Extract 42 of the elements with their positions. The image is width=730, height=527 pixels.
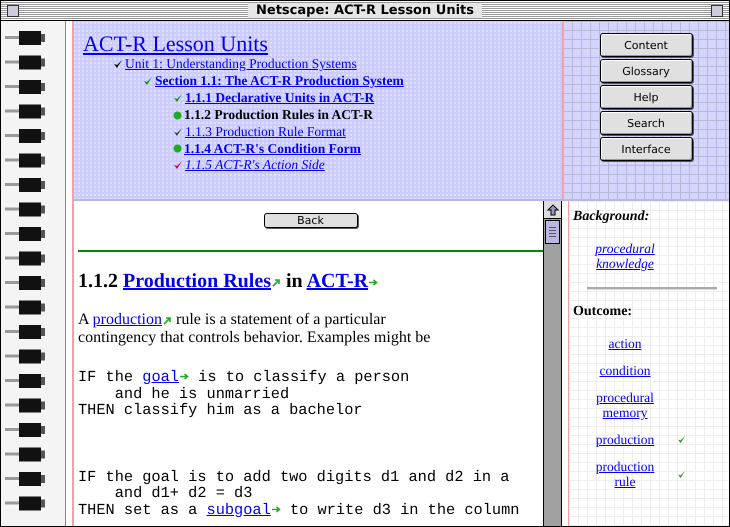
outline-link[interactable]: 1.1.5 ACT-R's Action Side: [185, 157, 325, 173]
contents-title[interactable]: ACT-R Lesson Units: [83, 33, 268, 55]
arrow-icon: [272, 278, 281, 287]
link[interactable]: ACT-R: [306, 270, 368, 292]
close-box-icon[interactable]: [7, 4, 19, 16]
arrow-icon: [369, 278, 378, 287]
section-heading: Background:: [573, 209, 650, 225]
lesson-heading: 1.1.2 Production Rules in ACT-R: [78, 270, 543, 293]
link[interactable]: Production Rules: [123, 270, 271, 292]
zoom-box-icon[interactable]: [711, 4, 724, 16]
glossary-link[interactable]: production: [573, 432, 665, 447]
nav-button[interactable]: Search: [600, 111, 692, 135]
outline-link[interactable]: Unit 1: Understanding Production Systems: [125, 56, 357, 72]
glossary-link[interactable]: procedural knowledge: [573, 241, 665, 271]
scrollbar[interactable]: [543, 201, 562, 526]
section-heading: Outcome:: [573, 304, 634, 320]
glossary-link[interactable]: procedural memory: [573, 390, 665, 420]
glossary-link[interactable]: action: [573, 336, 665, 351]
arrow-icon: [272, 504, 281, 514]
outline-link[interactable]: 1.1.4 ACT-R's Condition Form: [184, 140, 361, 156]
nav-button[interactable]: Help: [600, 85, 692, 109]
window-title: Netscape: ACT-R Lesson Units: [248, 3, 482, 18]
paragraph: A production rule is a statement of a particular contingency that controls behavior. Examples might be: [78, 311, 432, 347]
arrow-icon: [180, 372, 189, 382]
nav-button[interactable]: Interface: [600, 137, 692, 161]
glossary-link[interactable]: condition: [573, 363, 665, 378]
code-example: IF the goal is to classify a person and he is unmarried THEN classify him as a bachelor: [78, 369, 410, 418]
link[interactable]: goal: [142, 368, 179, 386]
outline-link[interactable]: 1.1.1 Declarative Units in ACT-R: [185, 90, 374, 106]
scroll-up-button[interactable]: [544, 201, 561, 219]
glossary-link[interactable]: production rule: [573, 459, 665, 489]
link[interactable]: production: [92, 311, 162, 328]
link[interactable]: subgoal: [206, 500, 271, 518]
scroll-thumb[interactable]: [545, 220, 560, 244]
outline-link[interactable]: 1.1.3 Production Rule Format: [185, 124, 346, 140]
nav-button[interactable]: Content: [600, 33, 692, 57]
outline-link[interactable]: 1.1.2 Production Rules in ACT-R: [184, 107, 374, 123]
code-example: IF the goal is to add two digits d1 and d2 in a and d1+ d2 = d3 THEN set as a subgoal to write d3 in the column: [78, 468, 520, 518]
arrow-icon: [163, 316, 172, 325]
outline-link[interactable]: Section 1.1: The ACT-R Production System: [155, 73, 404, 89]
back-button[interactable]: Back: [264, 213, 358, 228]
nav-button[interactable]: Glossary: [600, 59, 692, 83]
